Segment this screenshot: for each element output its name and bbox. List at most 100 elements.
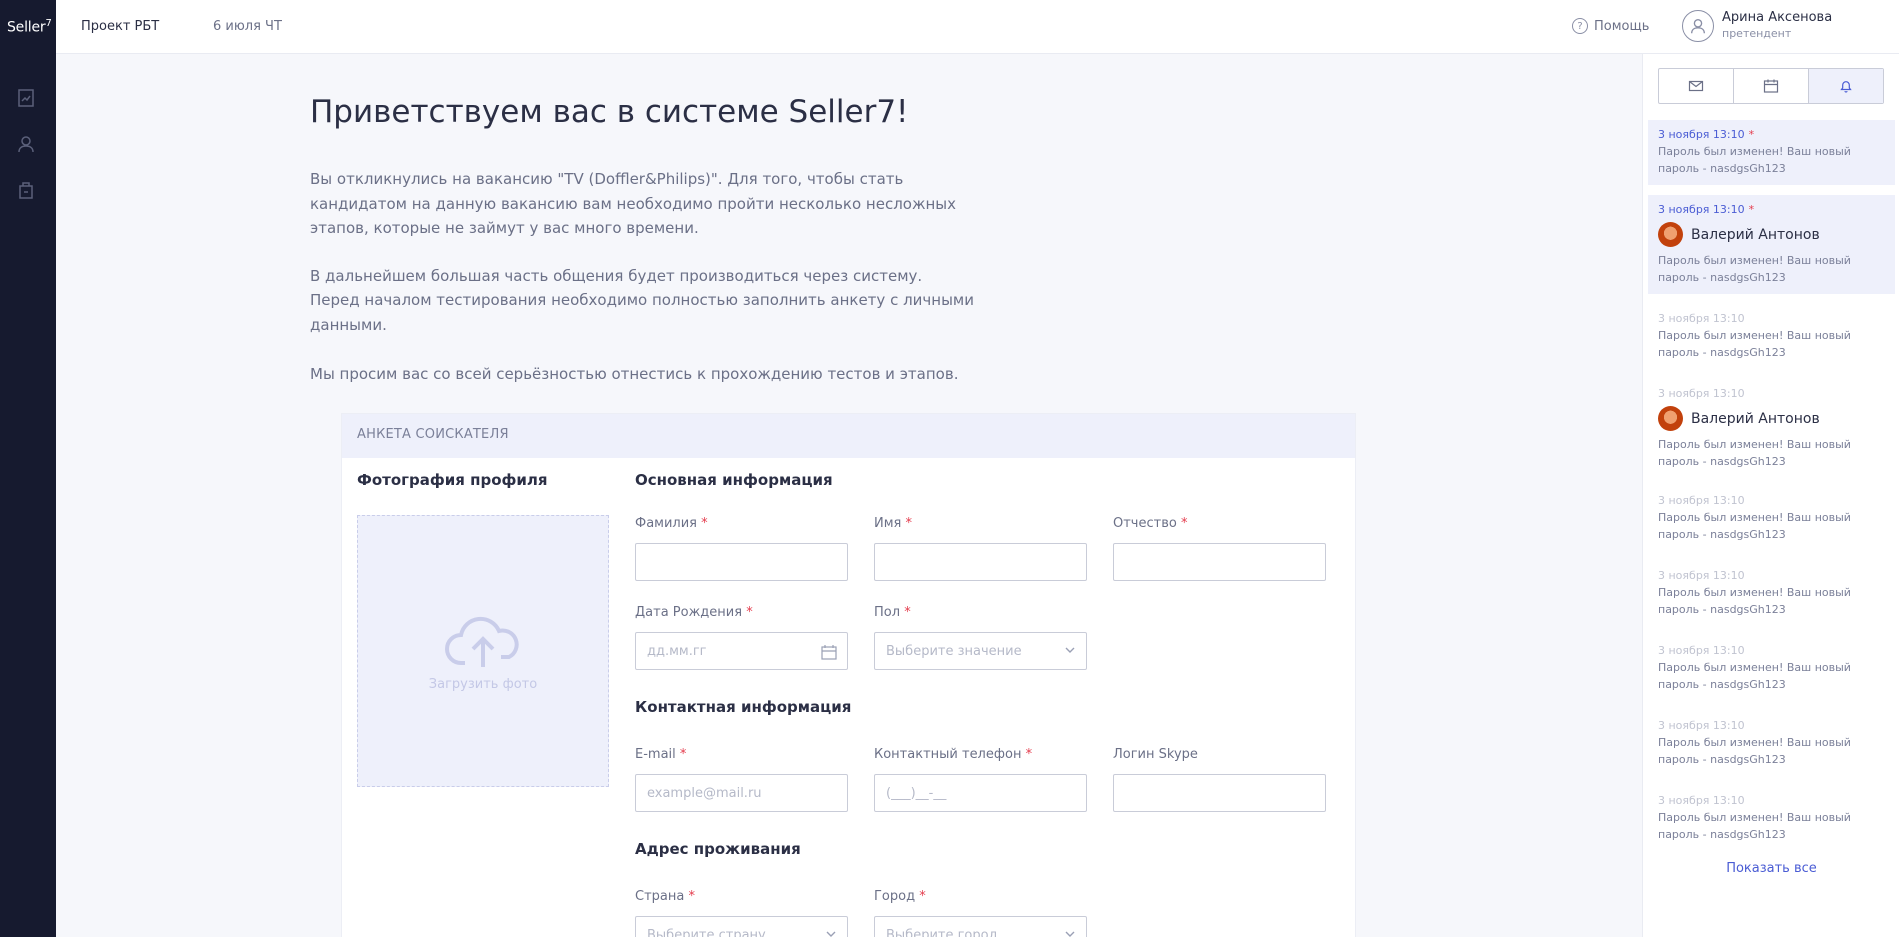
form-instruction: Перед началом тестирования необходимо по…: [310, 291, 974, 334]
notification-item[interactable]: 3 ноября 13:10 * Пароль был изменен! Ваш …: [1648, 120, 1895, 185]
required-mark: *: [919, 889, 926, 904]
notification-text: Пароль был изменен! Ваш новый пароль - n…: [1658, 329, 1851, 359]
email-input[interactable]: example@mail.ru: [635, 774, 848, 812]
gender-text: Пол: [874, 605, 901, 620]
help-link[interactable]: ? Помощь: [1572, 18, 1649, 34]
notification-item[interactable]: 3 ноября 13:10 Валерий Антонов Пароль бы…: [1648, 379, 1895, 478]
required-mark: *: [1180, 516, 1188, 531]
required-mark: *: [688, 889, 695, 904]
user-role: претендент: [1722, 27, 1792, 40]
notification-user: Валерий Антонов: [1658, 222, 1885, 247]
last-name-text: Фамилия: [635, 516, 697, 531]
phone-placeholder: (___)__-__: [886, 786, 947, 801]
notification-item[interactable]: 3 ноября 13:10 * Валерий Антонов Пароль б…: [1648, 195, 1895, 294]
notification-item[interactable]: 3 ноября 13:10 Пароль был изменен! Ваш н…: [1648, 304, 1895, 369]
notification-text: Пароль был изменен! Ваш новый пароль - n…: [1658, 811, 1851, 841]
panel-tabs: [1658, 68, 1884, 104]
chevron-down-icon: [825, 928, 837, 937]
notification-item[interactable]: 3 ноября 13:10 Пароль был изменен! Ваш н…: [1648, 636, 1895, 701]
contact-info-title: Контактная информация: [635, 698, 852, 716]
notification-item[interactable]: 3 ноября 13:10 Пароль был изменен! Ваш н…: [1648, 561, 1895, 626]
notification-item[interactable]: 3 ноября 13:10 Пароль был изменен! Ваш н…: [1648, 486, 1895, 551]
closing-note: Мы просим вас со всей серьёзностью отнес…: [310, 365, 959, 383]
cloud-upload-icon: [445, 616, 519, 667]
logo-text: Seller: [7, 19, 46, 36]
notification-time: 3 ноября 13:10: [1658, 719, 1745, 732]
notification-text: Пароль был изменен! Ваш новый пароль - n…: [1658, 661, 1851, 691]
notification-time: 3 ноября 13:10: [1658, 794, 1745, 807]
mail-icon: [1688, 80, 1704, 92]
first-name-text: Имя: [874, 516, 902, 531]
tab-calendar[interactable]: [1734, 69, 1809, 103]
birth-date-input[interactable]: дд.мм.гг: [635, 632, 848, 670]
country-placeholder: Выберите страну: [647, 928, 766, 937]
email-placeholder: example@mail.ru: [647, 786, 762, 801]
skype-input[interactable]: [1113, 774, 1326, 812]
notifications-panel: 3 ноября 13:10 * Пароль был изменен! Ваш …: [1642, 54, 1899, 937]
user-menu[interactable]: Арина Аксенова претендент: [1682, 10, 1832, 42]
patronymic-text: Отчество: [1113, 516, 1177, 531]
birth-date-text: Дата Рождения: [635, 605, 743, 620]
gender-select[interactable]: Выберите значение: [874, 632, 1087, 670]
photo-section-title: Фотография профиля: [357, 471, 548, 489]
city-label: Город *: [874, 889, 926, 904]
user-avatar-icon: [1682, 10, 1714, 42]
user-avatar: [1658, 222, 1683, 247]
unread-dot: *: [1748, 128, 1755, 141]
first-name-label: Имя *: [874, 516, 912, 531]
tab-notifications[interactable]: [1809, 69, 1883, 103]
applicant-form-card: АНКЕТА СОИСКАТЕЛЯ Фотография профиля Заг…: [341, 413, 1356, 937]
current-date: 6 июля ЧТ: [213, 19, 282, 34]
patronymic-input[interactable]: [1113, 543, 1326, 581]
country-text: Страна: [635, 889, 685, 904]
phone-input[interactable]: (___)__-__: [874, 774, 1087, 812]
page-title: Приветствуем вас в системе Seller7!: [310, 94, 909, 130]
first-name-input[interactable]: [874, 543, 1087, 581]
calendar-icon: [1763, 79, 1779, 93]
city-placeholder: Выберите город: [886, 928, 998, 937]
bell-icon: [1840, 81, 1852, 93]
notification-text: Пароль был изменен! Ваш новый пароль - n…: [1658, 145, 1851, 175]
tab-mail[interactable]: [1659, 69, 1734, 103]
user-avatar: [1658, 406, 1683, 431]
notification-item[interactable]: 3 ноября 13:10 Пароль был изменен! Ваш н…: [1648, 711, 1895, 776]
gender-placeholder: Выберите значение: [886, 644, 1022, 659]
show-all-link[interactable]: Показать все: [1643, 861, 1899, 876]
user-name: Арина Аксенова: [1722, 10, 1833, 25]
chevron-down-icon: [1064, 928, 1076, 937]
notification-text: Пароль был изменен! Ваш новый пароль - n…: [1658, 736, 1851, 766]
help-label: Помощь: [1594, 18, 1650, 34]
last-name-input[interactable]: [635, 543, 848, 581]
notification-time-text: 3 ноября 13:10: [1658, 128, 1745, 141]
country-select[interactable]: Выберите страну: [635, 916, 848, 937]
tasks-icon[interactable]: [16, 88, 36, 108]
notification-time-text: 3 ноября 13:10: [1658, 203, 1745, 216]
help-icon: ?: [1572, 18, 1588, 34]
project-name[interactable]: Проект РБТ: [81, 19, 159, 34]
email-text: E-mail: [635, 747, 676, 762]
notification-text: Пароль был изменен! Ваш новый пароль - n…: [1658, 511, 1851, 541]
phone-text: Контактный телефон: [874, 747, 1022, 762]
notification-text: Пароль был изменен! Ваш новый пароль - n…: [1658, 254, 1851, 284]
required-mark: *: [905, 516, 913, 531]
chevron-down-icon: [1064, 644, 1076, 660]
notification-time: 3 ноября 13:10: [1658, 312, 1745, 325]
notification-time: 3 ноября 13:10: [1658, 569, 1745, 582]
logo[interactable]: Seller7: [7, 18, 52, 36]
notification-item[interactable]: 3 ноября 13:10 Пароль был изменен! Ваш н…: [1648, 786, 1895, 851]
city-text: Город: [874, 889, 916, 904]
calendar-icon[interactable]: [821, 644, 837, 664]
notification-text: Пароль был изменен! Ваш новый пароль - n…: [1658, 586, 1851, 616]
unread-dot: *: [1748, 203, 1755, 216]
notification-time: 3 ноября 13:10 *: [1658, 128, 1885, 141]
photo-upload-area[interactable]: Загрузить фото: [357, 515, 609, 787]
required-mark: *: [904, 605, 911, 620]
skype-label: Логин Skype: [1113, 747, 1198, 762]
birth-date-label: Дата Рождения *: [635, 605, 753, 620]
city-select[interactable]: Выберите город: [874, 916, 1087, 937]
notification-time: 3 ноября 13:10 *: [1658, 203, 1885, 216]
portfolio-icon[interactable]: [16, 180, 36, 200]
notification-user-name: Валерий Антонов: [1691, 226, 1820, 243]
profile-icon[interactable]: [16, 134, 36, 154]
notification-user-name: Валерий Антонов: [1691, 410, 1820, 427]
